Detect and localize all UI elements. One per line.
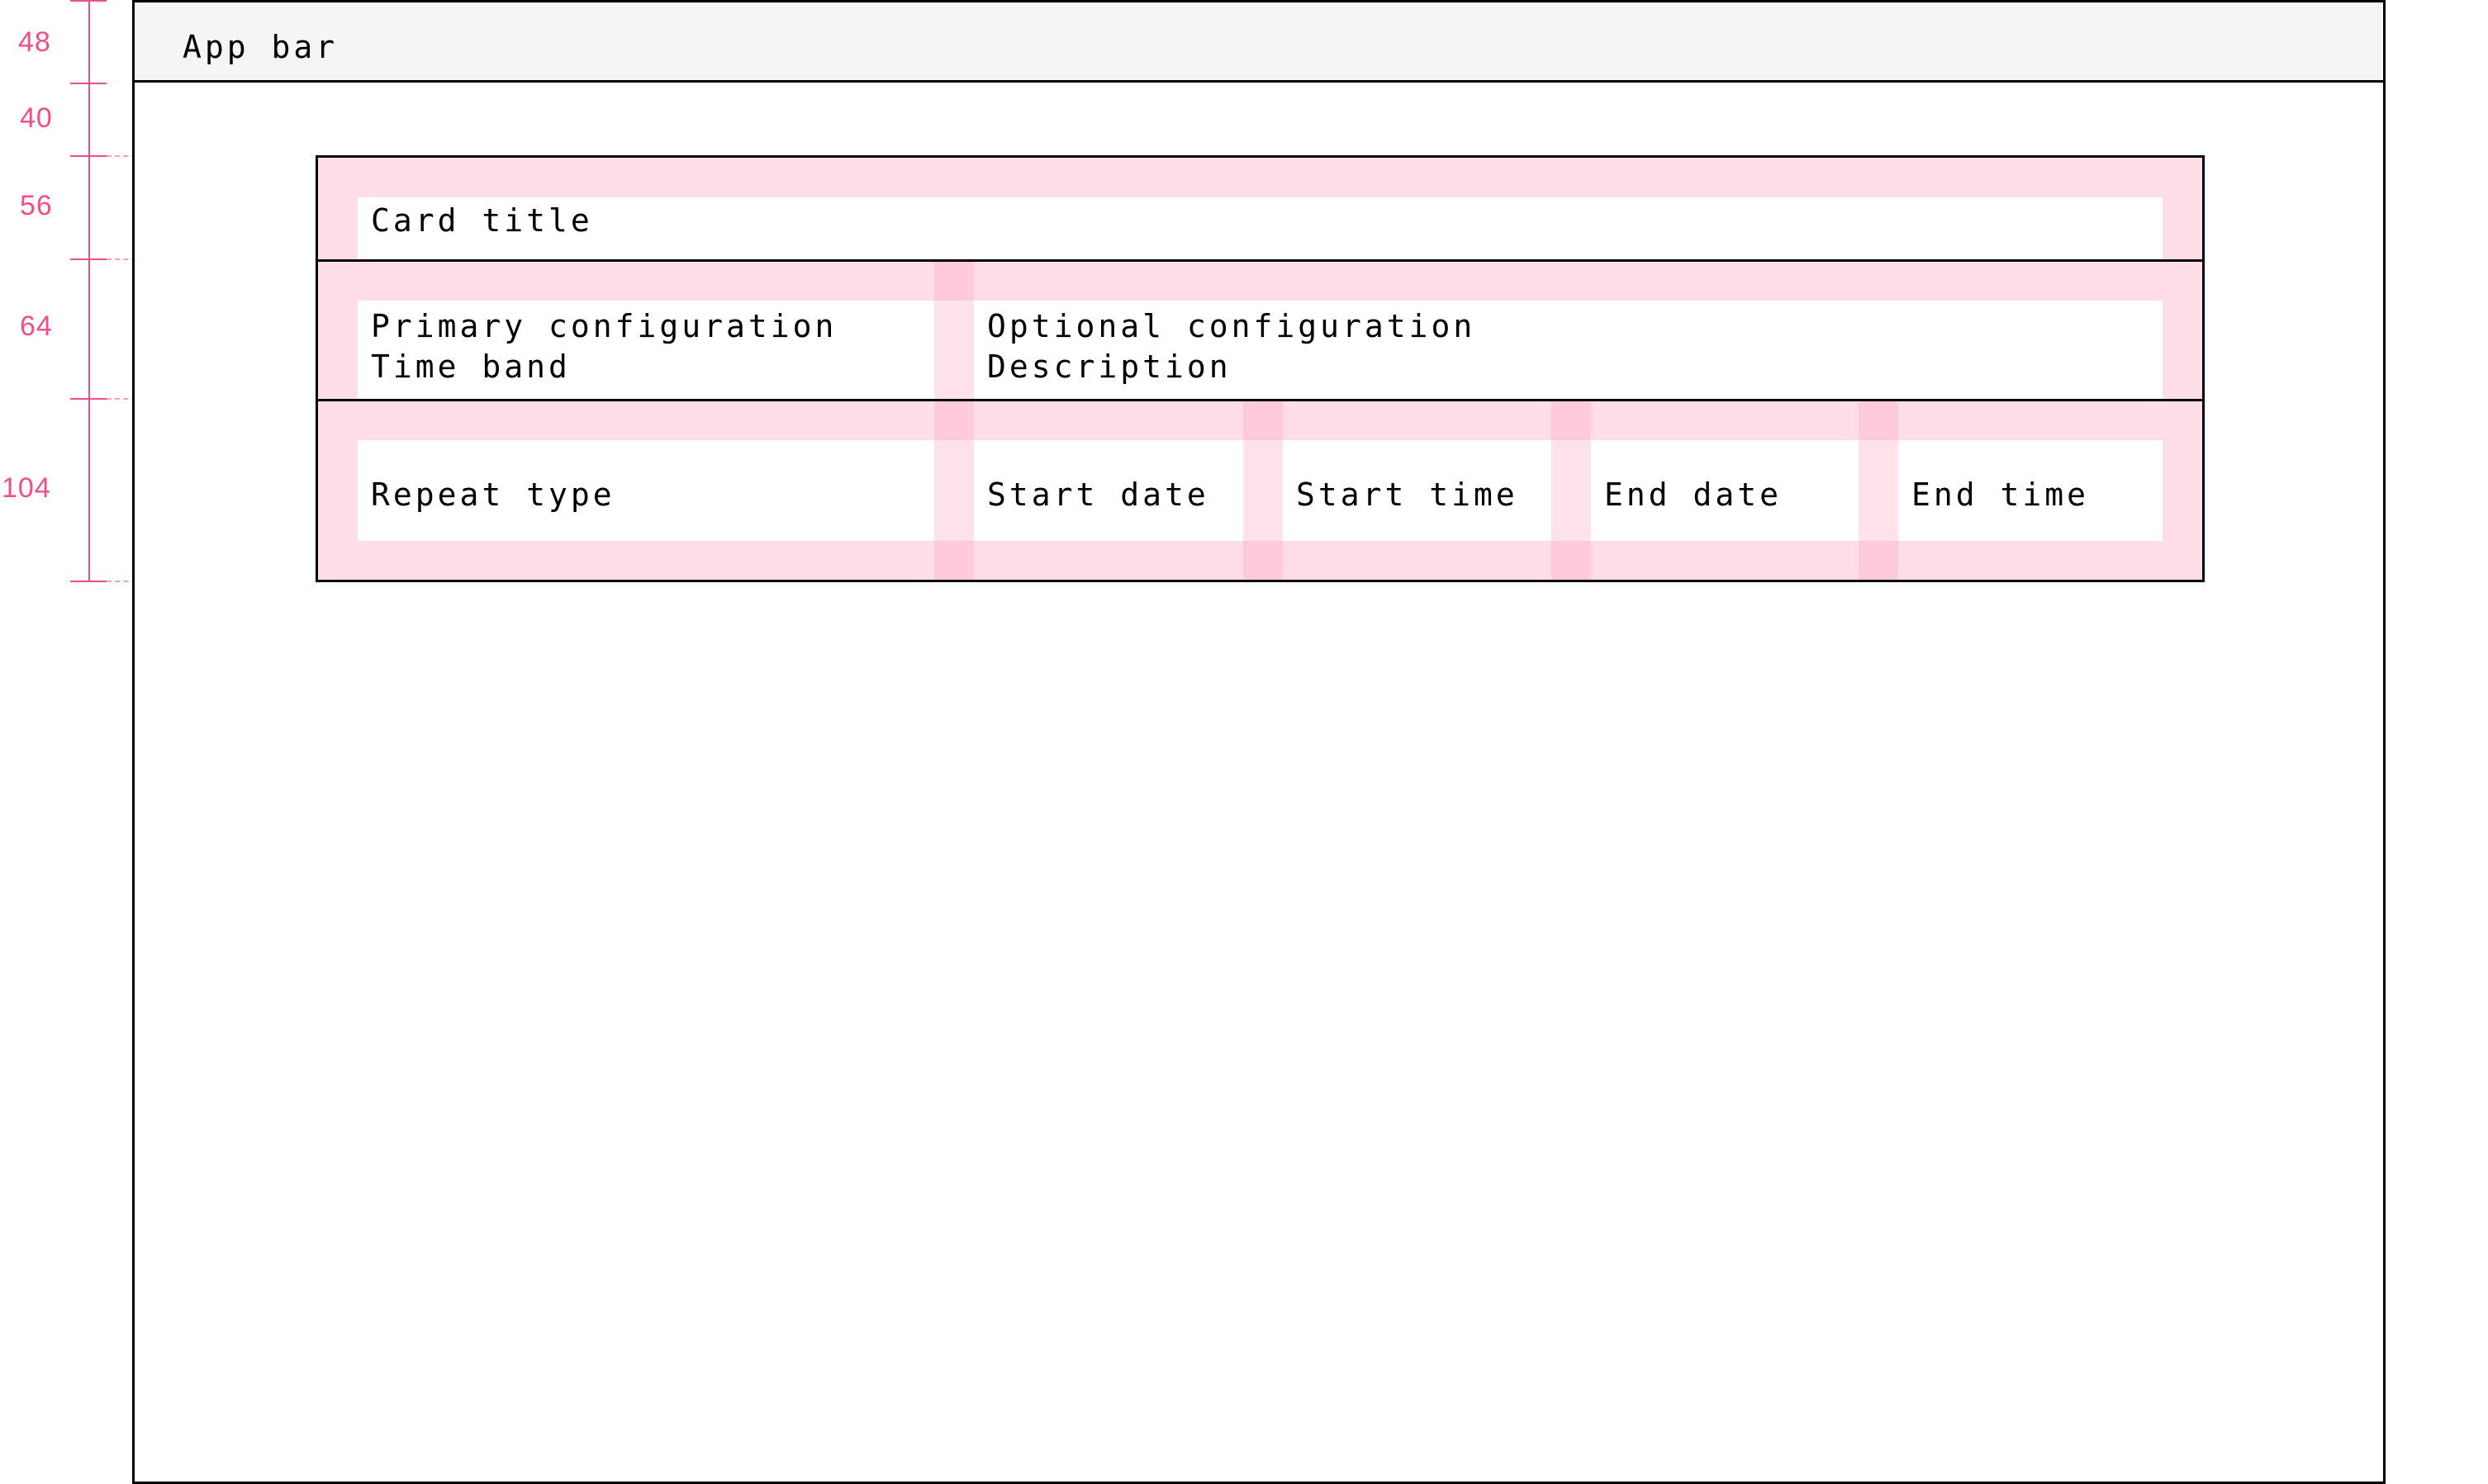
measure-config-row: 64: [20, 311, 53, 342]
row-divider: [318, 259, 2202, 262]
repeat-type-field[interactable]: Repeat type: [371, 475, 615, 514]
measurement-line: [88, 0, 90, 582]
tick-482: [70, 398, 107, 400]
grid-gutter: [1551, 401, 1591, 580]
grid-margin-right: [2163, 158, 2202, 580]
grid-gutter: [934, 261, 974, 580]
tick-313: [70, 258, 107, 260]
primary-config-label: Primary configuration: [371, 308, 838, 344]
end-time-field[interactable]: End time: [1911, 475, 2089, 514]
grid-padding-config-top: [358, 261, 2163, 301]
tick-703: [70, 581, 107, 582]
grid-gutter: [1859, 401, 1898, 580]
end-date-field[interactable]: End date: [1604, 475, 1782, 514]
card: Card title Primary configuration Time ba…: [316, 155, 2205, 582]
optional-config-value[interactable]: Description: [987, 347, 1232, 386]
card-title: Card title: [371, 202, 593, 239]
grid-margin-left: [318, 158, 358, 580]
measure-top-spacing: 40: [20, 102, 53, 134]
optional-config-label: Optional configuration: [987, 308, 1476, 344]
measure-fields-row: 104: [2, 472, 51, 504]
row-divider: [318, 399, 2202, 401]
measure-title-row: 56: [20, 190, 53, 221]
tick-100: [70, 83, 107, 84]
app-bar-title: App bar: [183, 29, 339, 65]
primary-config-value[interactable]: Time band: [371, 347, 571, 386]
grid-padding-top: [358, 158, 2163, 197]
start-time-field[interactable]: Start time: [1296, 475, 1518, 514]
grid-gutter: [1243, 401, 1283, 580]
tick-0: [70, 0, 107, 2]
tick-188: [70, 155, 107, 157]
measure-app-bar: 48: [18, 26, 51, 58]
app-bar: App bar: [135, 2, 2383, 83]
start-date-field[interactable]: Start date: [987, 475, 1209, 514]
